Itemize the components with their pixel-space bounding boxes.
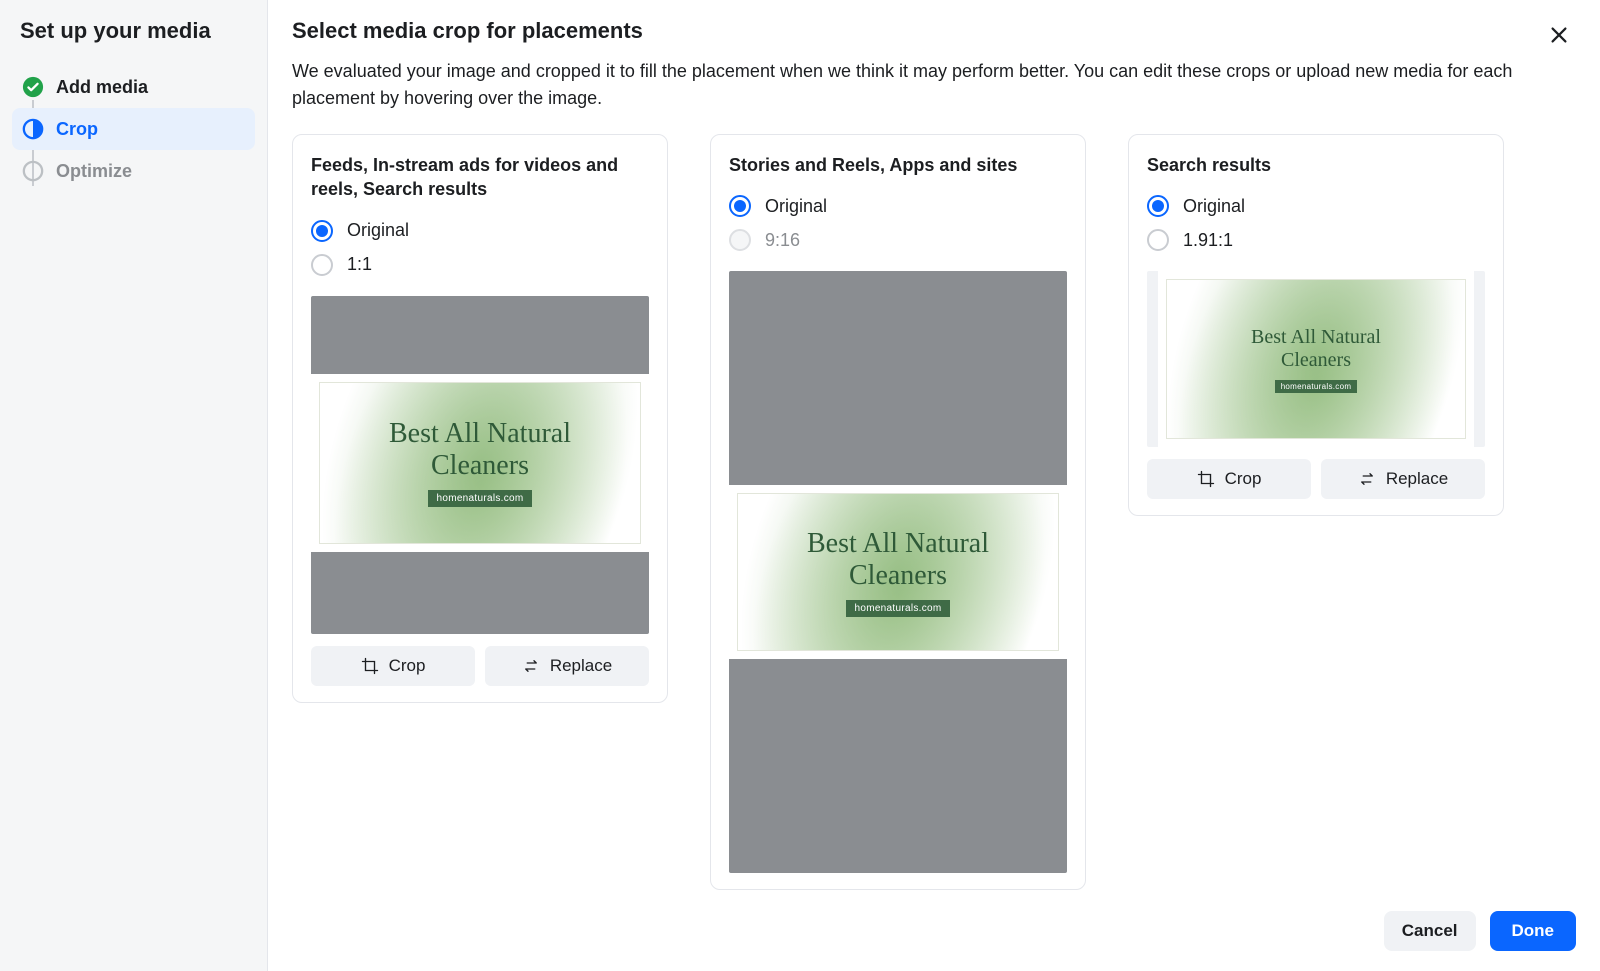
radio-label: Original [1183, 196, 1245, 217]
card-actions: Crop Replace [311, 646, 649, 686]
creative-image: Best All Natural Cleaners homenaturals.c… [311, 374, 649, 552]
replace-button[interactable]: Replace [485, 646, 649, 686]
preview-search[interactable]: Best All Natural Cleaners homenaturals.c… [1147, 271, 1485, 447]
replace-button[interactable]: Replace [1321, 459, 1485, 499]
radio-original[interactable]: Original [311, 214, 649, 248]
step-label: Crop [56, 119, 98, 140]
creative-text: Best All Natural Cleaners [807, 528, 989, 592]
card-actions: Crop Replace [1147, 459, 1485, 499]
footer: Cancel Done [292, 893, 1576, 951]
main: Select media crop for placements We eval… [268, 0, 1600, 971]
creative-url-pill: homenaturals.com [428, 490, 531, 507]
card-title: Stories and Reels, Apps and sites [729, 153, 1067, 177]
step-add-media[interactable]: Add media [12, 66, 255, 108]
creative-line2: Cleaners [1251, 349, 1381, 372]
creative-line2: Cleaners [807, 560, 989, 592]
step-optimize[interactable]: Optimize [12, 150, 255, 192]
letterbox-bottom [311, 552, 649, 634]
main-header: Select media crop for placements [292, 16, 1576, 58]
letterbox-bottom [729, 659, 1067, 873]
crop-button[interactable]: Crop [1147, 459, 1311, 499]
sidebar-title: Set up your media [20, 18, 255, 44]
crop-button-label: Crop [389, 656, 426, 676]
sidebar: Set up your media Add media [0, 0, 268, 971]
radio-icon [311, 220, 333, 242]
radio-1-1[interactable]: 1:1 [311, 248, 649, 282]
replace-button-label: Replace [550, 656, 612, 676]
crop-button-label: Crop [1225, 469, 1262, 489]
creative-line1: Best All Natural [1251, 326, 1381, 349]
card-title: Feeds, In-stream ads for videos and reel… [311, 153, 649, 202]
radio-label: 1:1 [347, 254, 372, 275]
letterbox-top [311, 296, 649, 374]
replace-button-label: Replace [1386, 469, 1448, 489]
placement-card-search: Search results Original 1.91:1 Best All … [1128, 134, 1504, 516]
empty-circle-icon [22, 160, 44, 182]
swap-icon [1358, 470, 1376, 488]
placement-card-stories: Stories and Reels, Apps and sites Origin… [710, 134, 1086, 890]
radio-label: Original [765, 196, 827, 217]
radio-icon [729, 195, 751, 217]
radio-icon [1147, 229, 1169, 251]
radio-original[interactable]: Original [729, 189, 1067, 223]
radio-original[interactable]: Original [1147, 189, 1485, 223]
creative-text: Best All Natural Cleaners [1251, 326, 1381, 372]
creative-line1: Best All Natural [807, 528, 989, 560]
step-crop[interactable]: Crop [12, 108, 255, 150]
crop-button[interactable]: Crop [311, 646, 475, 686]
radio-label: 9:16 [765, 230, 800, 251]
creative-url-pill: homenaturals.com [846, 600, 949, 617]
creative-image: Best All Natural Cleaners homenaturals.c… [729, 485, 1067, 659]
radio-9-16: 9:16 [729, 223, 1067, 257]
step-label: Add media [56, 77, 148, 98]
radio-191-1[interactable]: 1.91:1 [1147, 223, 1485, 257]
radio-label: Original [347, 220, 409, 241]
half-circle-icon [22, 118, 44, 140]
radio-icon [1147, 195, 1169, 217]
creative-image: Best All Natural Cleaners homenaturals.c… [1158, 271, 1474, 447]
preview-stories[interactable]: Best All Natural Cleaners homenaturals.c… [729, 271, 1067, 873]
creative-line2: Cleaners [389, 450, 571, 482]
crop-icon [1197, 470, 1215, 488]
creative-text: Best All Natural Cleaners [389, 418, 571, 482]
placement-card-feeds: Feeds, In-stream ads for videos and reel… [292, 134, 668, 703]
page-description: We evaluated your image and cropped it t… [292, 58, 1572, 112]
cards-row: Feeds, In-stream ads for videos and reel… [292, 134, 1576, 893]
cancel-button[interactable]: Cancel [1384, 911, 1476, 951]
close-button[interactable] [1542, 18, 1576, 52]
close-icon [1548, 24, 1570, 46]
radio-icon [311, 254, 333, 276]
creative-line1: Best All Natural [389, 418, 571, 450]
radio-label: 1.91:1 [1183, 230, 1233, 251]
page-title: Select media crop for placements [292, 18, 643, 44]
letterbox-top [729, 271, 1067, 485]
crop-icon [361, 657, 379, 675]
step-list: Add media Crop Optimi [12, 66, 255, 192]
done-button[interactable]: Done [1490, 911, 1577, 951]
check-circle-icon [22, 76, 44, 98]
card-title: Search results [1147, 153, 1485, 177]
preview-feeds[interactable]: Best All Natural Cleaners homenaturals.c… [311, 296, 649, 634]
swap-icon [522, 657, 540, 675]
step-label: Optimize [56, 161, 132, 182]
radio-icon [729, 229, 751, 251]
creative-url-pill: homenaturals.com [1275, 380, 1358, 393]
